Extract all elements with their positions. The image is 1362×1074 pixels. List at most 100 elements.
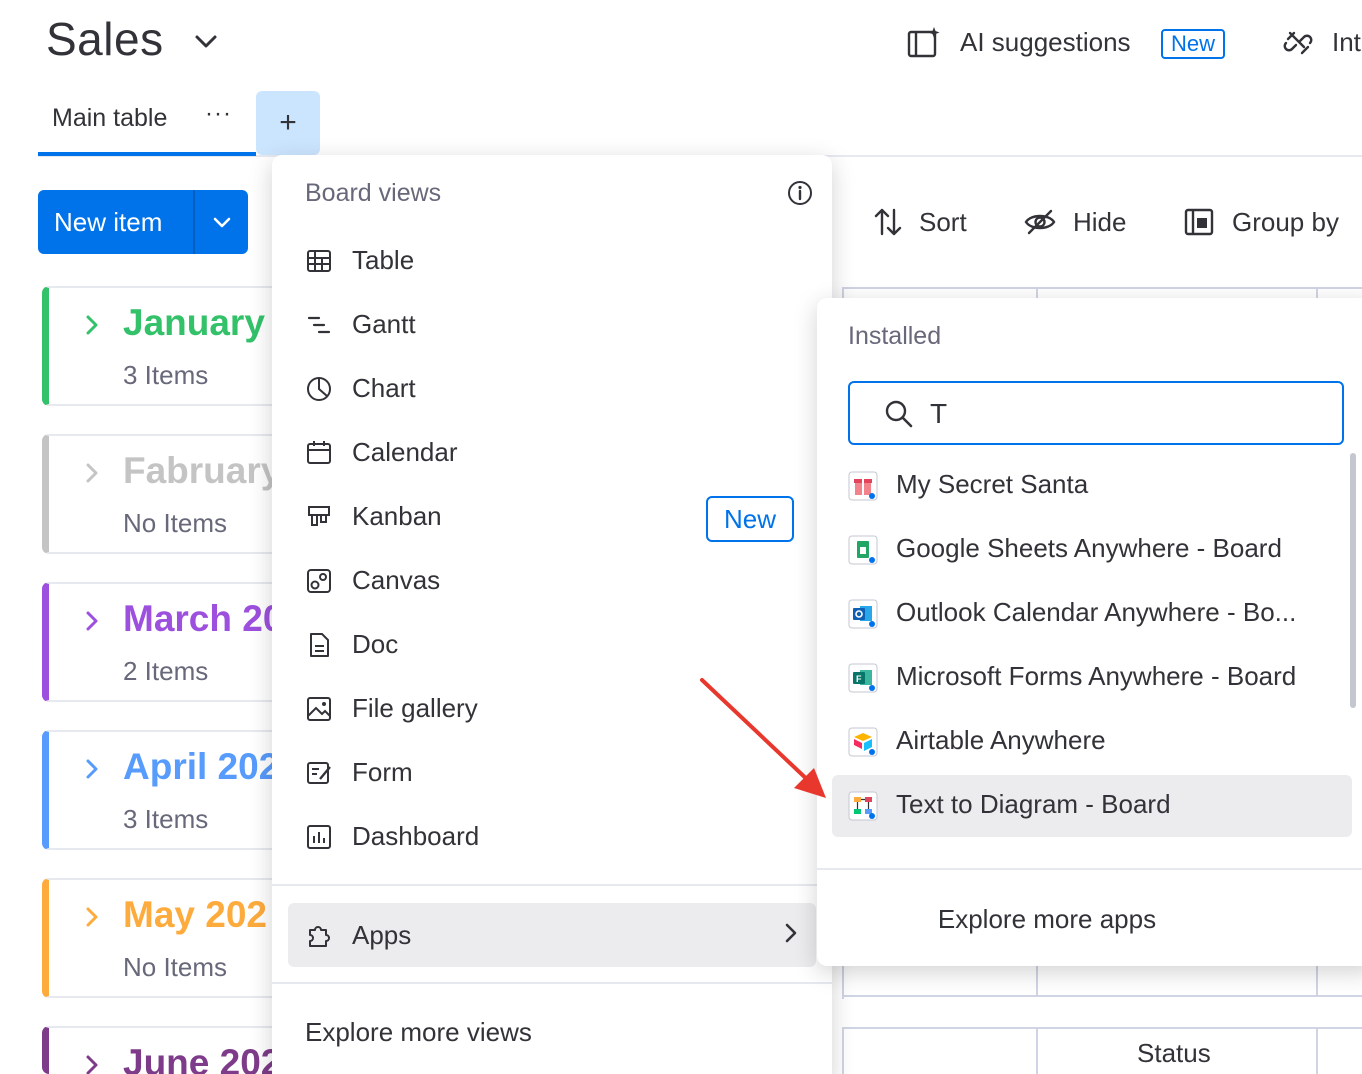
installed-apps-menu: Installed T My Secret Santa Google Sheet… [817,298,1362,966]
tab-main-table[interactable]: Main table [52,104,167,133]
group-name[interactable]: May 202 [123,894,267,936]
chevron-right-icon[interactable] [81,1054,103,1074]
menu-divider [272,884,832,886]
doc-icon [310,633,329,657]
view-item-dashboard[interactable]: Dashboard [288,806,816,866]
board-title[interactable]: Sales [46,12,164,66]
explore-more-apps-label: Explore more apps [937,904,1157,934]
view-item-canvas[interactable]: Canvas [288,550,816,610]
view-item-label: Doc [352,629,399,659]
new-badge: New [706,496,795,542]
app-item-secret-santa[interactable]: My Secret Santa [832,455,1352,517]
text-to-diagram-app-icon [848,791,878,821]
group-name[interactable]: June 202 [123,1042,281,1074]
group-name[interactable]: January [123,302,265,344]
view-item-label: Table [352,245,415,275]
chevron-right-icon[interactable] [81,462,103,484]
group-item-count: 3 Items [123,360,209,390]
table-grid-line [842,1027,1362,1029]
view-item-chart[interactable]: Chart [288,358,816,418]
app-item-microsoft-forms[interactable]: F Microsoft Forms Anywhere - Board [832,647,1352,709]
view-item-label: Calendar [352,437,458,467]
active-tab-indicator [38,152,256,156]
table-grid-line [1316,1027,1318,1074]
view-item-label: Gantt [352,309,416,339]
status-column-header[interactable]: Status [1137,1038,1211,1069]
secret-santa-app-icon [848,471,878,501]
new-badge: New [1161,29,1226,59]
chevron-right-icon[interactable] [81,610,103,632]
google-sheets-app-icon [848,535,878,565]
chevron-right-icon [785,923,797,943]
view-item-label: Canvas [352,565,441,595]
new-item-divider [193,190,195,254]
group-name[interactable]: April 202 [123,746,279,788]
kanban-icon [308,506,330,526]
table-grid-line [1036,966,1038,997]
group-april[interactable]: April 202 3 Items [42,730,282,850]
group-item-count: No Items [123,508,228,538]
group-name[interactable]: Fabruary [123,450,281,492]
form-icon [307,762,331,784]
table-grid-line [842,1027,844,1074]
group-june[interactable]: June 202 [42,1026,282,1074]
group-name[interactable]: March 20 [123,598,283,640]
ai-suggestions-label[interactable]: AI suggestions [960,27,1131,58]
group-item-count: 2 Items [123,656,209,686]
explore-more-views-link[interactable]: Explore more views [305,1017,532,1048]
board-views-menu: Board views Table Gantt Chart Calendar K… [272,155,832,1074]
canvas-icon [307,569,331,593]
app-item-label: Microsoft Forms Anywhere - Board [896,661,1297,691]
group-by-label[interactable]: Group by [1232,207,1339,238]
view-item-apps[interactable]: Apps [288,903,816,967]
app-item-label: My Secret Santa [896,469,1089,499]
group-fabruary[interactable]: Fabruary No Items [42,434,282,554]
add-view-button[interactable]: + [256,91,320,155]
view-item-table[interactable]: Table [288,230,816,290]
app-item-label: Airtable Anywhere [896,725,1106,755]
table-grid-line [842,995,1362,997]
calendar-icon [307,441,331,464]
board-views-header: Board views [305,179,442,207]
chart-icon [307,377,331,401]
explore-more-apps-link[interactable]: Explore more apps [817,904,1362,935]
app-item-airtable[interactable]: Airtable Anywhere [832,711,1352,773]
info-icon[interactable] [787,180,813,206]
app-item-google-sheets[interactable]: Google Sheets Anywhere - Board [832,519,1352,581]
sort-icon[interactable] [872,206,904,238]
chevron-down-icon[interactable] [210,210,234,234]
group-by-icon[interactable] [1183,206,1215,238]
view-item-label: Apps [352,920,412,950]
ai-suggestions-icon[interactable] [906,26,942,60]
app-item-outlook-calendar[interactable]: Outlook Calendar Anywhere - Bo... [832,583,1352,645]
app-item-label: Google Sheets Anywhere - Board [896,533,1282,563]
puzzle-icon [309,926,330,947]
group-may[interactable]: May 202 No Items [42,878,282,998]
app-item-text-to-diagram[interactable]: Text to Diagram - Board [832,775,1352,837]
hide-label[interactable]: Hide [1073,207,1126,238]
new-item-button[interactable]: New item [38,190,248,254]
app-search-input[interactable]: T [848,381,1344,445]
view-item-label: Dashboard [352,821,480,851]
dashboard-icon [307,825,331,849]
view-item-kanban[interactable]: Kanban New [288,486,816,546]
integrate-label[interactable]: Int [1332,27,1361,58]
sort-label[interactable]: Sort [919,207,967,238]
chevron-right-icon[interactable] [81,314,103,336]
airtable-app-icon [848,727,878,757]
view-item-gantt[interactable]: Gantt [288,294,816,354]
chevron-down-icon[interactable] [193,28,219,54]
hide-icon[interactable] [1024,206,1056,238]
table-grid-line [1316,966,1318,997]
installed-header: Installed [848,322,942,350]
menu-divider [817,868,1362,870]
apps-scrollbar[interactable] [1350,453,1356,708]
chevron-right-icon[interactable] [81,906,103,928]
group-january[interactable]: January 3 Items [42,286,282,406]
tab-options-icon[interactable]: ··· [205,100,232,128]
chevron-right-icon[interactable] [81,758,103,780]
view-item-calendar[interactable]: Calendar [288,422,816,482]
group-march[interactable]: March 20 2 Items [42,582,283,702]
view-item-doc[interactable]: Doc [288,614,816,674]
integrate-icon[interactable] [1282,27,1314,59]
